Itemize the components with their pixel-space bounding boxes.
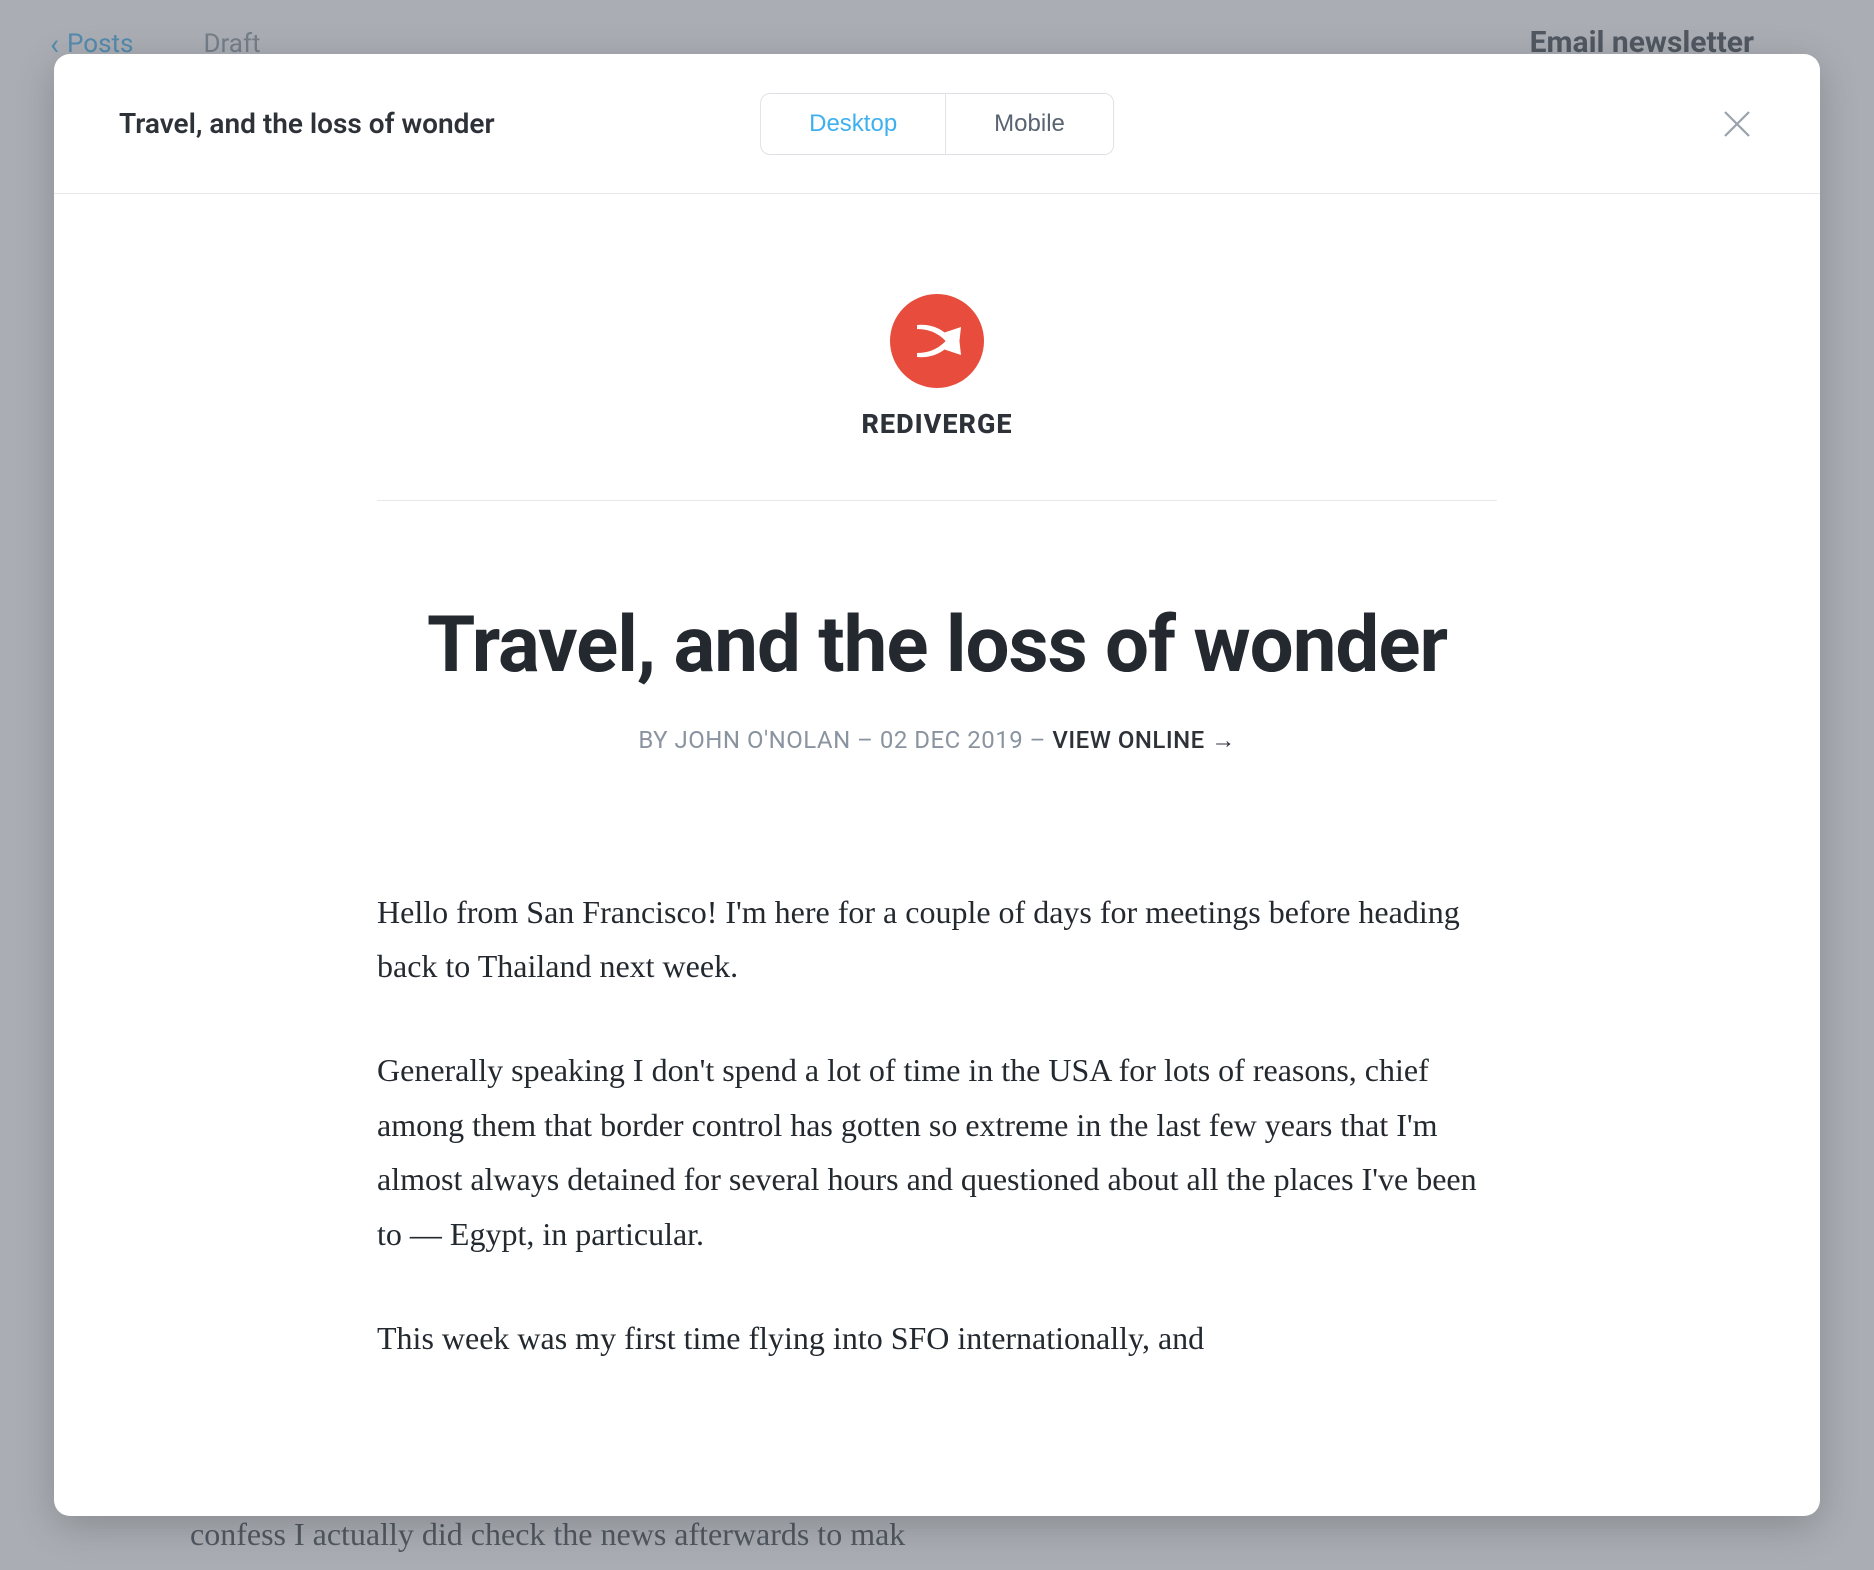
- close-icon[interactable]: [1719, 106, 1755, 142]
- preview-inner: REDIVERGE Travel, and the loss of wonder…: [377, 294, 1497, 1365]
- modal-header: Travel, and the loss of wonder Desktop M…: [54, 54, 1820, 194]
- post-body: Hello from San Francisco! I'm here for a…: [377, 885, 1497, 1366]
- view-toggle: Desktop Mobile: [760, 93, 1114, 155]
- preview-divider: [377, 500, 1497, 501]
- mobile-toggle-button[interactable]: Mobile: [946, 94, 1113, 154]
- post-meta: BY JOHN O'NOLAN – 02 DEC 2019 – VIEW ONL…: [377, 726, 1497, 755]
- preview-modal: Travel, and the loss of wonder Desktop M…: [54, 54, 1820, 1516]
- view-online-link[interactable]: VIEW ONLINE →: [1052, 726, 1235, 754]
- modal-title: Travel, and the loss of wonder: [119, 107, 495, 140]
- meta-author-date: BY JOHN O'NOLAN – 02 DEC 2019 –: [638, 726, 1052, 754]
- rediverge-icon: [890, 294, 984, 388]
- brand-logo: REDIVERGE: [377, 294, 1497, 440]
- body-paragraph: This week was my first time flying into …: [377, 1311, 1497, 1365]
- brand-name: REDIVERGE: [861, 408, 1012, 440]
- post-title: Travel, and the loss of wonder: [377, 601, 1497, 691]
- body-paragraph: Hello from San Francisco! I'm here for a…: [377, 885, 1497, 994]
- body-paragraph: Generally speaking I don't spend a lot o…: [377, 1043, 1497, 1261]
- preview-content: REDIVERGE Travel, and the loss of wonder…: [54, 194, 1820, 1516]
- desktop-toggle-button[interactable]: Desktop: [761, 94, 946, 154]
